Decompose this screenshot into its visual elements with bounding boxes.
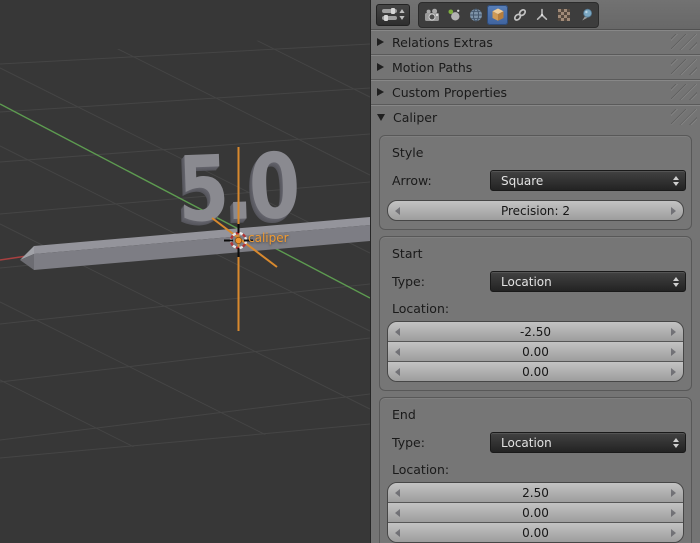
start-type-dropdown[interactable]: Location [490,271,686,292]
pin-icon [578,7,594,23]
end-location-z-value: 0.00 [522,526,549,540]
end-groupbox: End Type: Location Location: 2.50 0.00 [379,397,692,543]
increment-arrow-icon[interactable] [671,368,676,376]
style-groupbox: Style Arrow: Square Precision: 2 [379,135,692,230]
end-location-y-field[interactable]: 0.00 [388,503,683,523]
tab-texture[interactable] [553,5,574,25]
dropdown-updown-icon [673,277,679,287]
properties-context-tabs [418,2,599,28]
tab-scene[interactable] [443,5,464,25]
end-location-label: Location: [392,462,686,477]
checker-icon [556,7,572,23]
dropdown-updown-icon [673,438,679,448]
expand-arrow-icon [377,114,385,121]
panel-title: Motion Paths [392,60,472,75]
style-title: Style [392,145,686,160]
collapse-arrow-icon [377,63,384,71]
increment-arrow-icon[interactable] [671,509,676,517]
viewport-grid-and-objects [0,0,370,543]
panel-header-motion-paths[interactable]: Motion Paths [371,55,700,80]
blender-window: 5.0 caliper [0,0,700,543]
decrement-arrow-icon[interactable] [395,348,400,356]
collapse-arrow-icon [377,88,384,96]
end-location-y-value: 0.00 [522,506,549,520]
start-location-y-field[interactable]: 0.00 [388,342,683,362]
cube-icon [490,7,506,23]
precision-value: Precision: 2 [501,204,570,218]
tab-object-data[interactable] [531,5,552,25]
end-type-dropdown[interactable]: Location [490,432,686,453]
properties-header [371,0,700,30]
collapse-arrow-icon [377,38,384,46]
end-location-z-field[interactable]: 0.00 [388,523,683,542]
increment-arrow-icon[interactable] [671,489,676,497]
3d-viewport[interactable]: 5.0 caliper [0,0,370,543]
start-location-x-field[interactable]: -2.50 [388,322,683,342]
end-title: End [392,407,686,422]
increment-arrow-icon[interactable] [671,328,676,336]
end-location-x-field[interactable]: 2.50 [388,483,683,503]
editor-type-selector[interactable] [376,4,410,26]
end-location-x-value: 2.50 [522,486,549,500]
tab-object[interactable] [487,5,508,25]
panel-drag-grip[interactable] [671,34,697,50]
tab-render[interactable] [421,5,442,25]
chain-icon [512,7,528,23]
arrow-label: Arrow: [385,173,490,188]
end-type-label: Type: [385,435,490,450]
start-location-z-value: 0.00 [522,365,549,379]
start-title: Start [392,246,686,261]
start-type-value: Location [501,275,673,289]
panel-title: Custom Properties [392,85,507,100]
properties-editor-icon [381,7,405,22]
panel-title: Relations Extras [392,35,493,50]
increment-arrow-icon[interactable] [671,348,676,356]
object-name-label: caliper [248,231,289,245]
start-location-x-value: -2.50 [520,325,551,339]
start-location-label: Location: [392,301,686,316]
decrement-arrow-icon[interactable] [395,328,400,336]
world-icon [468,7,484,23]
panel-header-custom-properties[interactable]: Custom Properties [371,80,700,105]
end-type-value: Location [501,436,673,450]
camera-icon [424,7,440,23]
start-location-z-field[interactable]: 0.00 [388,362,683,381]
arrow-dropdown-value: Square [501,174,673,188]
end-location-fields: 2.50 0.00 0.00 [387,482,684,543]
decrement-arrow-icon[interactable] [395,489,400,497]
increment-arrow-icon[interactable] [671,207,676,215]
decrement-arrow-icon[interactable] [395,509,400,517]
arrow-dropdown[interactable]: Square [490,170,686,191]
dimension-text-3d: 5.0 [176,134,298,243]
dropdown-updown-icon [673,176,679,186]
increment-arrow-icon[interactable] [671,529,676,537]
decrement-arrow-icon[interactable] [395,529,400,537]
start-location-y-value: 0.00 [522,345,549,359]
start-type-label: Type: [385,274,490,289]
scene-icon [446,7,462,23]
properties-editor: Relations Extras Motion Paths Custom Pro… [370,0,700,543]
decrement-arrow-icon[interactable] [395,207,400,215]
tab-physics[interactable] [575,5,596,25]
axes-icon [534,7,550,23]
decrement-arrow-icon[interactable] [395,368,400,376]
panel-drag-grip[interactable] [671,59,697,75]
panel-drag-grip[interactable] [671,84,697,100]
start-groupbox: Start Type: Location Location: -2.50 0.0… [379,236,692,391]
panel-drag-grip[interactable] [671,109,697,125]
precision-slider[interactable]: Precision: 2 [387,200,684,221]
panel-header-caliper[interactable]: Caliper [371,105,700,129]
panel-title: Caliper [393,110,437,125]
panel-header-relations-extras[interactable]: Relations Extras [371,30,700,55]
object-origin-dot [235,237,241,243]
tab-constraints[interactable] [509,5,530,25]
tab-world[interactable] [465,5,486,25]
start-location-fields: -2.50 0.00 0.00 [387,321,684,382]
